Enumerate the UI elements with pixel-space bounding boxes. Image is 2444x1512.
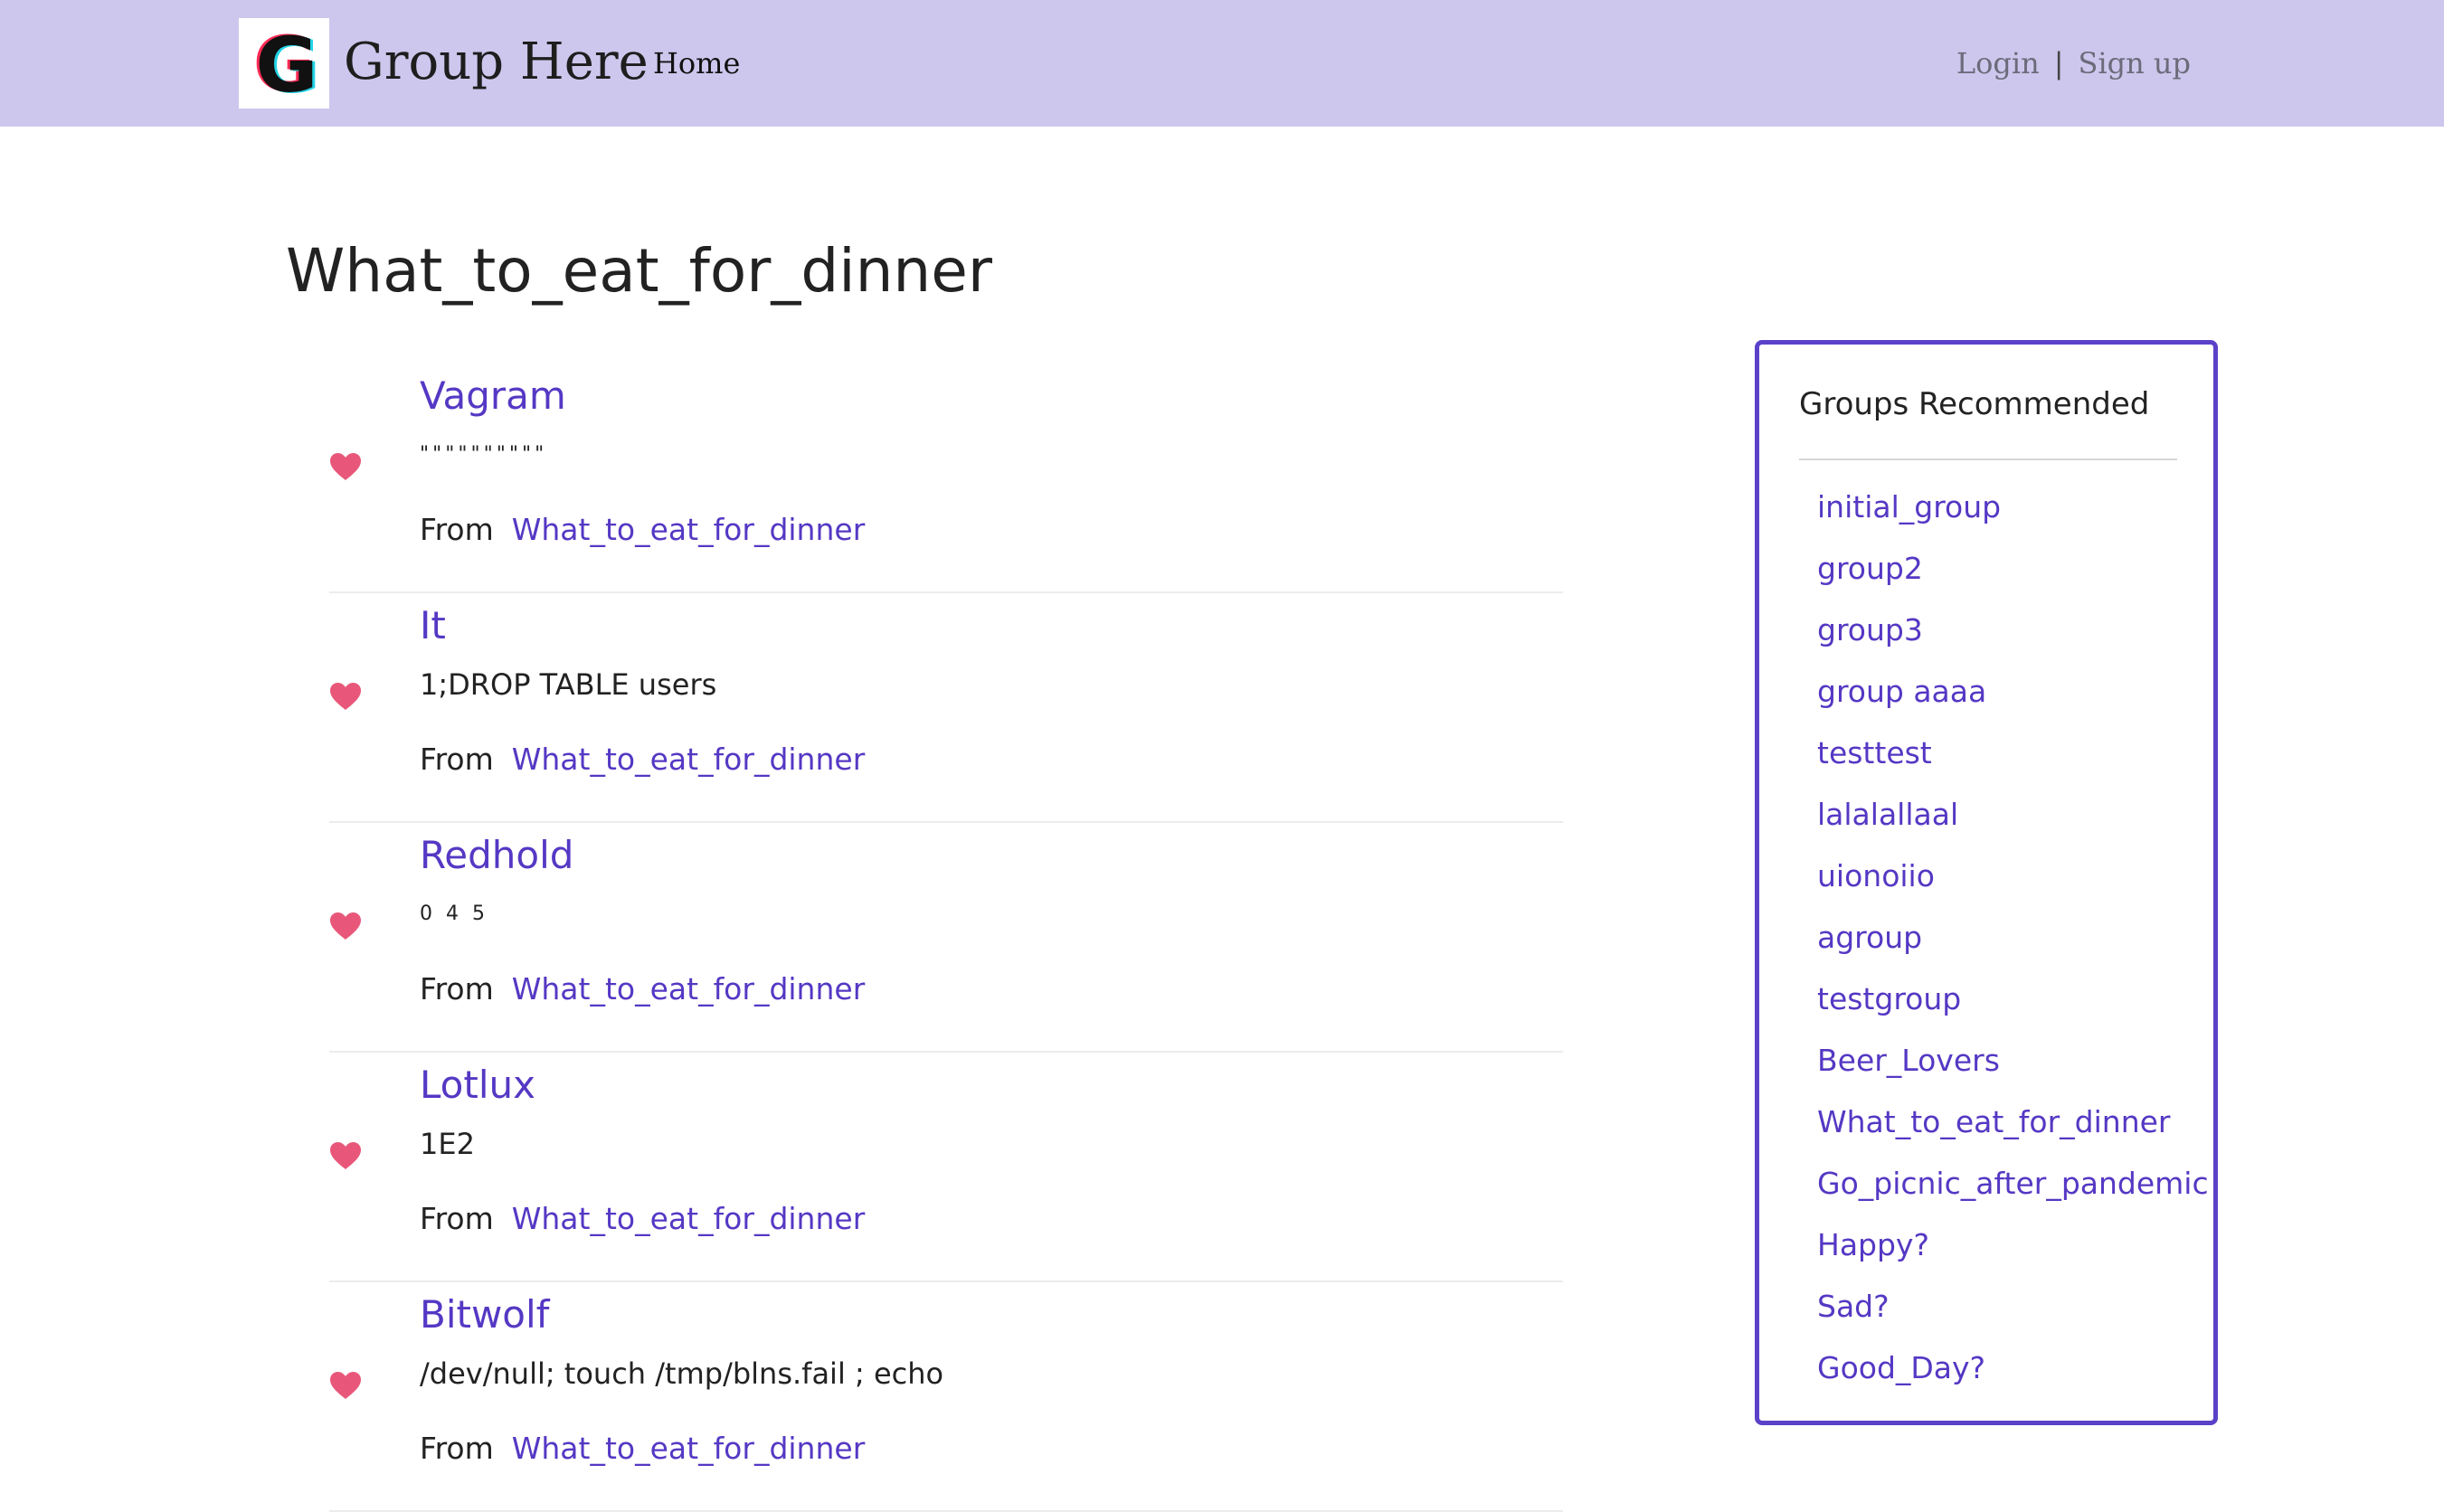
recommended-group-link[interactable]: agroup (1817, 920, 1922, 955)
post-content: 1;DROP TABLE users (420, 667, 717, 702)
post-group-link[interactable]: What_to_eat_for_dinner (512, 971, 866, 1006)
signup-link[interactable]: Sign up (2078, 46, 2191, 80)
recommended-group-link[interactable]: uionoiio (1817, 858, 1935, 893)
heart-icon[interactable] (329, 682, 362, 711)
login-link[interactable]: Login (1956, 46, 2040, 80)
sidebar-divider (1799, 458, 2177, 460)
post-group-link[interactable]: What_to_eat_for_dinner (512, 1431, 866, 1466)
post-content: /dev/null; touch /tmp/blns.fail ; echo (420, 1356, 944, 1391)
recommended-group-item: Beer_Lovers (1817, 1039, 2209, 1101)
post-item: Bitwolf /dev/null; touch /tmp/blns.fail … (329, 1282, 1563, 1512)
recommended-group-link[interactable]: What_to_eat_for_dinner (1817, 1104, 2171, 1139)
sidebar-title: Groups Recommended (1799, 386, 2150, 422)
recommended-group-item: group3 (1817, 609, 2209, 670)
recommended-group-link[interactable]: initial_group (1817, 489, 2001, 524)
from-label: From (420, 742, 494, 777)
post-source: From What_to_eat_for_dinner (420, 969, 865, 1009)
recommended-group-item: Happy? (1817, 1224, 2209, 1285)
recommended-group-link[interactable]: Go_picnic_after_pandemic (1817, 1166, 2209, 1201)
post-source: From What_to_eat_for_dinner (420, 510, 865, 550)
post-content: """""""""" (420, 443, 548, 466)
recommended-group-link[interactable]: group aaaa (1817, 674, 1986, 709)
post-content: 0 4 5 (420, 902, 488, 925)
recommended-group-link[interactable]: group2 (1817, 551, 1923, 586)
recommended-group-item: lalalallaal (1817, 793, 2209, 855)
auth-separator: | (2053, 46, 2064, 80)
recommended-group-item: Sad? (1817, 1285, 2209, 1347)
recommended-group-item: group aaaa (1817, 670, 2209, 732)
post-author[interactable]: Vagram (420, 371, 566, 421)
post-content: 1E2 (420, 1127, 475, 1161)
post-source: From What_to_eat_for_dinner (420, 740, 865, 780)
heart-icon[interactable] (329, 452, 362, 481)
svg-text:G: G (256, 21, 318, 109)
from-label: From (420, 1201, 494, 1236)
recommended-group-item: agroup (1817, 916, 2209, 978)
recommended-group-link[interactable]: testgroup (1817, 981, 1961, 1016)
recommended-group-link[interactable]: testtest (1817, 735, 1932, 770)
recommended-group-link[interactable]: Happy? (1817, 1227, 1929, 1262)
logo-icon[interactable]: G G G (239, 18, 329, 109)
from-label: From (420, 971, 494, 1006)
heart-icon[interactable] (329, 1141, 362, 1170)
from-label: From (420, 1431, 494, 1466)
recommended-group-item: testtest (1817, 732, 2209, 793)
recommended-group-item: testgroup (1817, 978, 2209, 1039)
from-label: From (420, 512, 494, 547)
post-group-link[interactable]: What_to_eat_for_dinner (512, 1201, 866, 1236)
recommended-group-item: Go_picnic_after_pandemic (1817, 1162, 2209, 1224)
recommended-group-link[interactable]: lalalallaal (1817, 797, 1958, 832)
post-source: From What_to_eat_for_dinner (420, 1199, 865, 1239)
recommended-group-link[interactable]: group3 (1817, 612, 1923, 647)
navbar: G G G Group Here Home Login | Sign up (0, 0, 2444, 127)
post-author[interactable]: Redhold (420, 830, 573, 881)
recommended-group-link[interactable]: Good_Day? (1817, 1350, 1985, 1385)
page-title: What_to_eat_for_dinner (286, 236, 992, 306)
heart-icon[interactable] (329, 1371, 362, 1400)
post-list: Vagram """""""""" From What_to_eat_for_di… (329, 364, 1563, 1512)
recommended-group-item: group2 (1817, 547, 2209, 609)
post-item: It 1;DROP TABLE users From What_to_eat_fo… (329, 593, 1563, 823)
brand-name[interactable]: Group Here (344, 31, 649, 94)
recommended-group-link[interactable]: Beer_Lovers (1817, 1043, 2000, 1078)
post-author[interactable]: It (420, 600, 446, 651)
post-author[interactable]: Lotlux (420, 1060, 535, 1110)
recommended-group-link[interactable]: Sad? (1817, 1289, 1890, 1324)
recommended-groups-panel: Groups Recommended initial_group group2 … (1755, 340, 2218, 1425)
nav-home-link[interactable]: Home (653, 45, 740, 81)
post-source: From What_to_eat_for_dinner (420, 1429, 865, 1469)
post-item: Lotlux 1E2 From What_to_eat_for_dinner (329, 1053, 1563, 1282)
post-author[interactable]: Bitwolf (420, 1290, 549, 1340)
recommended-group-list: initial_group group2 group3 group aaaa t… (1817, 486, 2209, 1408)
post-group-link[interactable]: What_to_eat_for_dinner (512, 512, 866, 547)
recommended-group-item: What_to_eat_for_dinner (1817, 1101, 2209, 1162)
auth-links: Login | Sign up (1956, 45, 2191, 81)
post-item: Redhold 0 4 5 From What_to_eat_for_dinner (329, 823, 1563, 1053)
recommended-group-item: Good_Day? (1817, 1347, 2209, 1408)
post-item: Vagram """""""""" From What_to_eat_for_di… (329, 364, 1563, 593)
recommended-group-item: uionoiio (1817, 855, 2209, 916)
heart-icon[interactable] (329, 912, 362, 940)
post-group-link[interactable]: What_to_eat_for_dinner (512, 742, 866, 777)
recommended-group-item: initial_group (1817, 486, 2209, 547)
